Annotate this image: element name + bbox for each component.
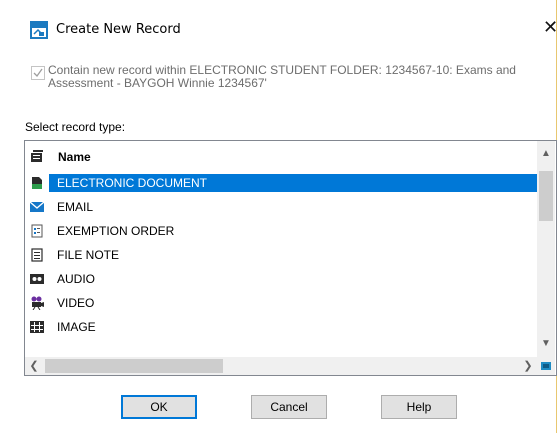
envelope-icon [29, 200, 45, 214]
expand-corner-icon[interactable] [537, 357, 555, 375]
image-grid-icon [30, 320, 44, 334]
list-item-label: ELECTRONIC DOCUMENT [49, 174, 539, 192]
scroll-down-icon[interactable]: ▼ [537, 335, 555, 353]
window-title: Create New Record [56, 22, 181, 37]
record-type-list[interactable]: Name ELECTRONIC DOCUMENT EMAIL EXEMPTION… [24, 140, 557, 376]
ok-button[interactable]: OK [121, 395, 197, 419]
list-item[interactable]: EXEMPTION ORDER [25, 219, 537, 243]
select-record-type-label: Select record type: [25, 120, 126, 134]
vertical-scrollbar[interactable]: ▲ ▼ [537, 141, 555, 357]
list-item[interactable]: AUDIO [25, 267, 537, 291]
close-icon[interactable]: ✕ [543, 17, 558, 41]
film-camera-icon [30, 296, 44, 311]
form-icon [30, 224, 44, 238]
scroll-left-icon[interactable]: ❮ [25, 357, 43, 375]
list-item[interactable]: IMAGE [25, 315, 537, 339]
note-icon [30, 248, 44, 262]
horizontal-scrollbar[interactable]: ❮ ❯ [25, 357, 537, 375]
list-item-label: EMAIL [57, 200, 94, 214]
contain-checkbox[interactable] [31, 66, 45, 80]
list-item-label: EXEMPTION ORDER [57, 224, 175, 238]
document-icon [30, 176, 44, 190]
checkmark-icon [33, 68, 43, 78]
list-item[interactable]: ELECTRONIC DOCUMENT [25, 171, 539, 195]
help-button[interactable]: Help [381, 395, 457, 419]
record-type-header-icon [30, 149, 44, 163]
column-header-label: Name [58, 150, 91, 164]
cancel-button[interactable]: Cancel [251, 395, 327, 419]
cassette-icon [30, 272, 44, 286]
list-item-label: IMAGE [57, 320, 96, 334]
list-item-label: FILE NOTE [57, 248, 120, 262]
list-item[interactable]: VIDEO [25, 291, 537, 315]
vertical-scroll-thumb[interactable] [539, 171, 553, 221]
list-item[interactable]: EMAIL [25, 195, 537, 219]
scroll-right-icon[interactable]: ❯ [519, 357, 537, 375]
contain-label: Contain new record within ELECTRONIC STU… [48, 63, 516, 90]
title-bar[interactable]: Create New Record ✕ [0, 0, 558, 62]
scroll-up-icon[interactable]: ▲ [537, 145, 555, 163]
list-item-label: VIDEO [57, 296, 95, 310]
app-icon [30, 21, 48, 39]
horizontal-scroll-thumb[interactable] [45, 359, 223, 373]
column-header-name[interactable]: Name [25, 141, 538, 171]
list-item[interactable]: FILE NOTE [25, 243, 537, 267]
list-item-label: AUDIO [57, 272, 96, 286]
